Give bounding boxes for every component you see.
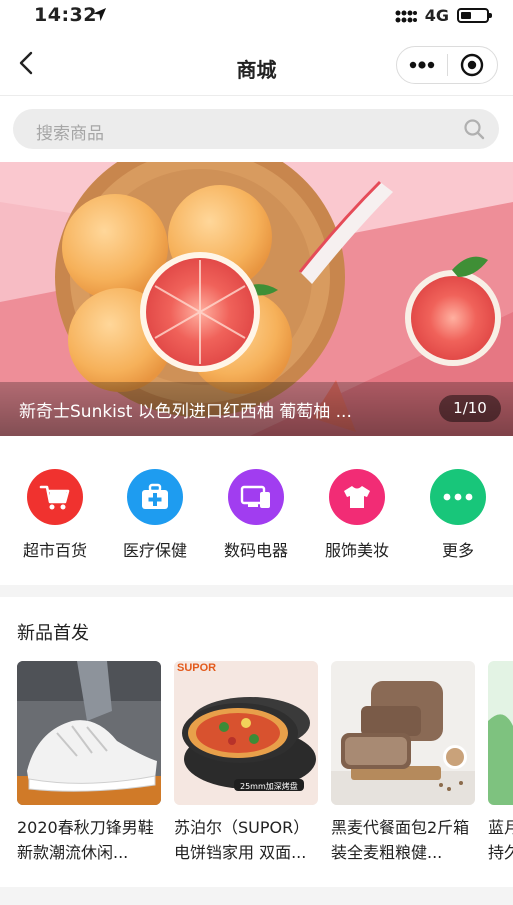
product-name: 黑麦代餐面包2斤箱装全麦粗粮健... [331,818,470,862]
category-grid: 超市百货 医疗保健 数码电器 服饰美妆 更多 [0,436,513,585]
battery-icon [457,8,492,23]
section-title: 新品首发 [17,623,89,644]
new-products-section: 新品首发 2020春秋刀锋男鞋新款潮流休闲... SUPOR 25mm加深烤盘 … [0,597,513,887]
devices-icon [228,469,284,525]
category-more[interactable]: 更多 [418,469,498,561]
more-menu-button[interactable] [397,47,447,83]
first-aid-kit-icon [127,469,183,525]
status-time: 14:32 [34,4,97,26]
target-circle-icon [461,53,484,77]
category-label: 服饰美妆 [324,541,389,560]
category-medical[interactable]: 医疗保健 [115,469,195,561]
category-digital[interactable]: 数码电器 [216,469,296,561]
product-card[interactable]: 黑麦代餐面包2斤箱装全麦粗粮健... [331,661,475,865]
product-image-detergent [488,661,513,805]
product-image-pan: SUPOR 25mm加深烤盘 [174,661,318,805]
more-dots-icon [430,469,486,525]
close-mini-program-button[interactable] [448,47,497,83]
nav-bar: 商城 [0,30,513,96]
product-image-bread [331,661,475,805]
product-card[interactable]: 2020春秋刀锋男鞋新款潮流休闲... [17,661,161,865]
category-label: 超市百货 [22,541,87,560]
product-tag: 25mm加深烤盘 [240,782,298,791]
category-clothing[interactable]: 服饰美妆 [317,469,397,561]
product-name: 苏泊尔（SUPOR）电饼铛家用 双面... [174,818,310,862]
category-label: 更多 [441,541,474,560]
product-card[interactable]: SUPOR 25mm加深烤盘 苏泊尔（SUPOR）电饼铛家用 双面... [174,661,318,865]
product-name: 2020春秋刀锋男鞋新款潮流休闲... [17,818,154,862]
banner-title: 新奇士Sunkist 以色列进口红西柚 葡萄柚 ... [19,402,352,422]
search-input[interactable]: 搜索商品 [13,109,499,149]
shopping-cart-icon [27,469,83,525]
search-icon [464,119,485,140]
banner-page-indicator: 1/10 [439,395,501,422]
product-image-sneaker [17,661,161,805]
shirt-icon [329,469,385,525]
category-label: 数码电器 [223,541,288,560]
signal-icon [395,10,417,22]
more-dots-icon [409,61,435,69]
status-bar: 14:32 4G [0,0,513,30]
mini-program-capsule [396,46,498,84]
search-section: 搜索商品 [0,96,513,162]
search-placeholder: 搜索商品 [36,124,104,144]
product-card[interactable]: 蓝月亮洗衣液清香型持久留香除菌除湿... [488,661,513,865]
location-arrow-icon [92,7,107,22]
brand-logo: SUPOR [177,662,217,674]
category-supermarket[interactable]: 超市百货 [15,469,95,561]
network-type: 4G [424,6,449,25]
category-label: 医疗保健 [122,541,187,560]
product-name: 蓝月亮洗衣液清香型持久留香除菌除湿... [488,818,513,862]
